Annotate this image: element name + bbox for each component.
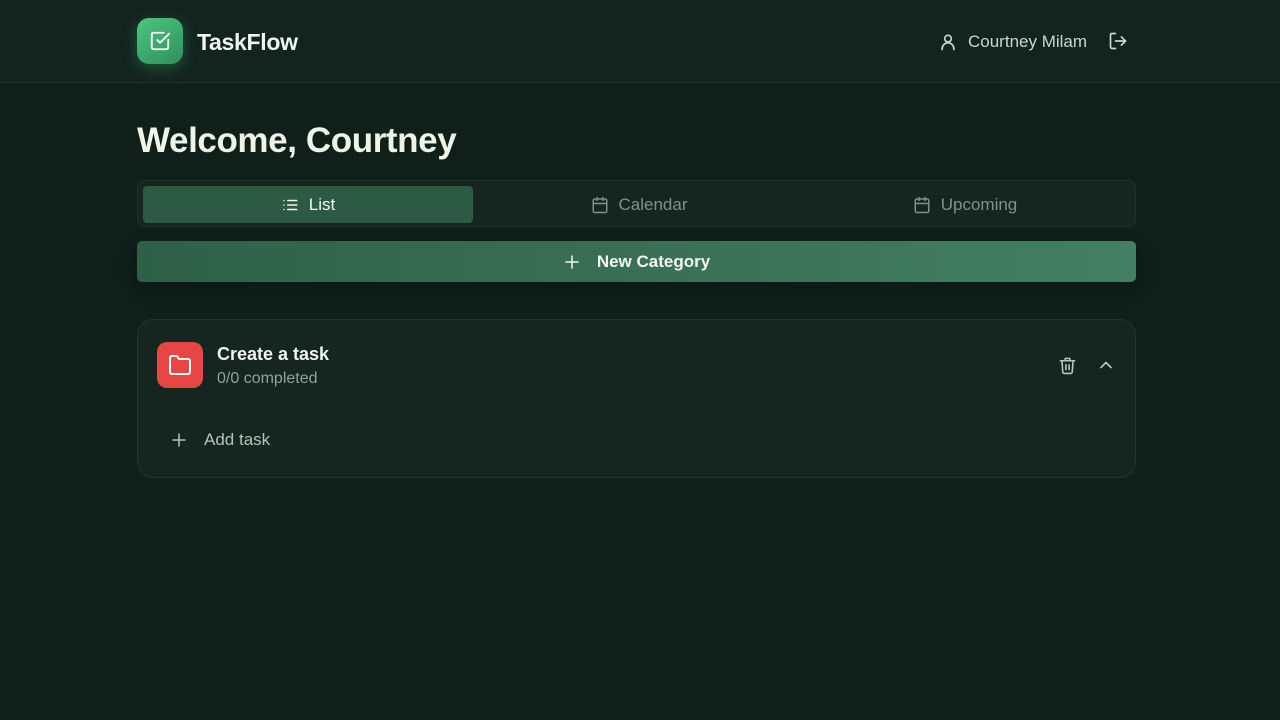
user-menu[interactable]: Courtney Milam [938,30,1087,54]
delete-category-button[interactable] [1055,353,1079,377]
checkbox-icon [150,31,171,51]
tab-upcoming[interactable]: Upcoming [800,186,1130,223]
folder-icon [169,355,191,375]
new-category-label: New Category [596,251,711,271]
view-tabs: List Calendar Upcoming [137,180,1136,227]
chevron-up-icon [1100,361,1112,369]
plus-icon [565,254,579,269]
user-icon [941,34,955,51]
logout-button[interactable] [1106,29,1130,53]
page-title: Welcome, Courtney [137,121,457,160]
top-header: TaskFlow Courtney Milam [0,0,1280,83]
calendar-icon [914,196,930,213]
user-name: Courtney Milam [968,32,1088,51]
category-icon-box [157,342,203,388]
category-title: Create a task [217,344,330,364]
logout-icon [1109,32,1127,50]
calendar-icon [592,196,607,213]
plus-icon [172,433,186,447]
tab-label: Calendar [618,194,688,214]
add-task-label: Add task [204,430,271,449]
tab-label: Upcoming [940,194,1018,214]
tab-calendar[interactable]: Calendar [474,186,804,223]
tab-label: List [308,194,336,214]
tab-list[interactable]: List [143,186,473,223]
new-category-button[interactable]: New Category [137,241,1136,282]
category-card: Create a task 0/0 completed Add task [137,319,1136,478]
category-progress: 0/0 completed [217,370,318,387]
add-task-button[interactable]: Add task [170,428,270,452]
list-icon [283,199,298,210]
app-title: TaskFlow [197,29,298,55]
collapse-category-button[interactable] [1094,353,1118,377]
trash-icon [1059,357,1075,374]
app-logo[interactable] [137,18,183,64]
